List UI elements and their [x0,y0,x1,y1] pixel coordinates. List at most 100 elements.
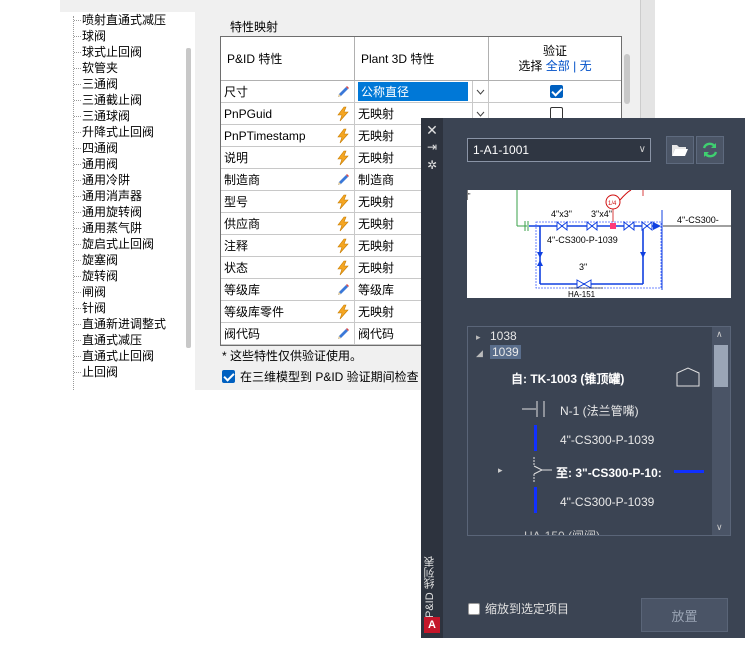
column-header-pid[interactable]: P&ID 特性 [221,37,355,80]
tree-item[interactable]: 喷射直通式减压 [60,12,195,28]
tree-item[interactable]: 通用蒸气阱 [60,220,195,236]
pid-property-cell[interactable]: PnPGuid [221,103,355,124]
line-item-a[interactable]: 4"-CS300-P-1039 [560,433,654,447]
tree-item[interactable]: 止回阀 [60,364,195,380]
pid-property-label: 型号 [224,195,249,209]
pid-property-label: 供应商 [224,217,261,231]
auto-hide-icon[interactable]: ⇥ [425,140,439,154]
line-list-tree[interactable]: ▸ 1038 ◢ 1039 自: TK-1003 (锥顶罐) N-1 (法兰管嘴) … [467,326,731,536]
table-row[interactable]: 尺寸 公称直径 [221,81,621,103]
preview-valve-tag: HA-151 [568,290,596,298]
tree-item[interactable]: 针阀 [60,300,195,316]
tree-item[interactable]: 旋启式止回阀 [60,236,195,252]
palette-title-bar[interactable]: ✕ ⇥ ✲ P&ID 线列表 A [421,118,443,638]
to-line-item[interactable]: 至: 3"-CS300-P-10: [556,464,662,481]
line-item-b[interactable]: 4"-CS300-P-1039 [560,495,654,509]
zoom-to-selection-label: 缩放到选定项目 [485,602,570,616]
verify-checkbox[interactable] [550,85,563,98]
select-label: 选择 [518,58,543,73]
to-line-marker [674,470,704,473]
preview-line-right: 4"-CS300- [677,215,719,225]
tree-item[interactable]: 旋塞阀 [60,252,195,268]
pid-property-cell[interactable]: 制造商 [221,169,355,190]
plant-property-value: 公称直径 [358,82,468,101]
verify-option-label: 在三维模型到 P&ID 验证期间检查 [240,370,419,384]
chevron-down-icon[interactable] [472,81,488,102]
autodesk-logo-icon: A [424,617,440,633]
expand-arrow-icon[interactable]: ▸ [498,465,503,476]
zoom-to-selection-checkbox[interactable] [468,602,480,615]
nozzle-item[interactable]: N-1 (法兰管嘴) [560,402,639,419]
refresh-button[interactable] [696,136,724,164]
select-all-link[interactable]: 全部 [546,59,570,73]
tree-item[interactable]: 直通式止回阀 [60,348,195,364]
column-header-verify: 验证 选择 全部 | 无 [489,37,621,80]
scroll-up-icon[interactable]: ∧ [716,329,723,340]
tree-item[interactable]: 三通阀 [60,76,195,92]
pid-property-label: 尺寸 [224,85,249,99]
pid-property-cell[interactable]: 阀代码 [221,323,355,344]
pid-property-cell[interactable]: 等级库零件 [221,301,355,322]
plant-property-value: 无映射 [358,217,395,231]
drawing-preview[interactable]: " 1/4 4"x3" 3"x4" 4"-CS300-P-1039 4"-CS3… [467,190,731,298]
tree-item[interactable]: 闸阀 [60,284,195,300]
pid-property-cell[interactable]: PnPTimestamp [221,125,355,146]
select-none-link[interactable]: 无 [580,59,592,73]
tree-item[interactable]: 通用阀 [60,156,195,172]
table-header: P&ID 特性 Plant 3D 特性 验证 选择 全部 | 无 [221,37,621,81]
plant-property-value: 无映射 [358,107,395,121]
tree-item-1038[interactable]: ▸ 1038 [476,329,517,343]
close-icon[interactable]: ✕ [425,122,439,139]
column-header-plant[interactable]: Plant 3D 特性 [355,37,489,80]
plant-property-value: 无映射 [358,129,395,143]
pencil-icon [335,282,351,300]
pid-property-cell[interactable]: 状态 [221,257,355,278]
plant-property-select[interactable]: 公称直径 [355,81,489,102]
settings-icon[interactable]: ✲ [425,158,439,172]
pid-property-label: PnPTimestamp [224,128,306,143]
pid-property-cell[interactable]: 说明 [221,147,355,168]
tree-item[interactable]: 通用冷阱 [60,172,195,188]
verify-option[interactable]: 在三维模型到 P&ID 验证期间检查 [222,368,419,385]
gate-valve-item[interactable]: HA-150 (闸阀) [524,527,600,535]
pid-property-cell[interactable]: 供应商 [221,213,355,234]
tree-item[interactable]: 三通截止阀 [60,92,195,108]
tree-item[interactable]: 四通阀 [60,140,195,156]
from-equipment[interactable]: 自: TK-1003 (锥顶罐) [511,370,624,387]
verify-option-checkbox[interactable] [222,370,235,383]
lightning-icon [335,216,351,234]
tree-item[interactable]: 球阀 [60,28,195,44]
expand-arrow-icon[interactable]: ▸ [476,332,490,343]
pid-property-cell[interactable]: 型号 [221,191,355,212]
tree-item[interactable]: 球式止回阀 [60,44,195,60]
pid-property-label: PnPGuid [224,106,273,121]
tree-item[interactable]: 软管夹 [60,60,195,76]
tree-item[interactable]: 旋转阀 [60,268,195,284]
tree-item-1039[interactable]: ◢ 1039 [476,345,521,359]
tree-item[interactable]: 升降式止回阀 [60,124,195,140]
table-scrollbar[interactable] [624,54,630,104]
tree-item[interactable]: 三通球阀 [60,108,195,124]
pid-line-list-palette: ✕ ⇥ ✲ P&ID 线列表 A 1-A1-1001 ∨ " 1/4 4"x3"… [421,118,745,638]
tree-item[interactable]: 直通新进调整式 [60,316,195,332]
pid-property-label: 状态 [224,261,249,275]
place-button[interactable]: 放置 [641,598,728,632]
lightning-icon [335,304,351,322]
tree-item[interactable]: 直通式减压 [60,332,195,348]
collapse-arrow-icon[interactable]: ◢ [476,348,490,359]
lightning-icon [335,238,351,256]
tree-item[interactable]: 通用消声器 [60,188,195,204]
preview-bubble-label: 1/4 [608,201,617,207]
tree-scroll-thumb[interactable] [714,345,728,387]
plant-property-value: 无映射 [358,239,395,253]
svg-text:": " [468,193,471,200]
open-drawing-button[interactable] [666,136,694,164]
pid-property-cell[interactable]: 尺寸 [221,81,355,102]
scroll-down-icon[interactable]: ∨ [716,522,723,533]
zoom-to-selection-option[interactable]: 缩放到选定项目 [468,600,569,617]
drawing-select[interactable]: 1-A1-1001 ∨ [467,138,651,162]
tree-scrollbar[interactable] [186,48,191,348]
pid-property-cell[interactable]: 等级库 [221,279,355,300]
tree-item[interactable]: 通用旋转阀 [60,204,195,220]
pid-property-cell[interactable]: 注释 [221,235,355,256]
